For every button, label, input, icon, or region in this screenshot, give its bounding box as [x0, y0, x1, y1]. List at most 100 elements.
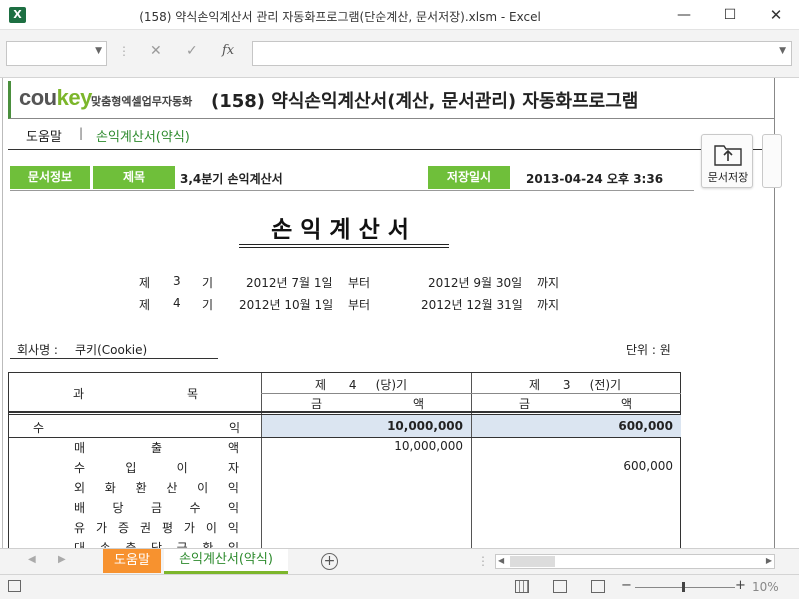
period-end-date[interactable]: 2012년 12월 31일 — [421, 296, 523, 313]
company-name[interactable]: 쿠키(Cookie) — [75, 341, 147, 358]
item-label-char: 외 — [74, 481, 86, 495]
subject-label: 제목 — [93, 166, 175, 189]
revenue-row[interactable]: 수 익 10,000,000 600,000 — [9, 415, 681, 437]
check-icon[interactable]: ✓ — [186, 43, 198, 59]
column-divider — [261, 373, 262, 548]
item-label-char: 매 — [74, 441, 86, 455]
page-break-preview-icon[interactable] — [591, 580, 605, 593]
revenue-bottom-line — [9, 437, 681, 438]
scroll-left-icon[interactable]: ◀ — [498, 556, 504, 565]
company-label: 회사명 : — [17, 343, 58, 357]
period-to: 까지 — [537, 276, 560, 290]
revenue-label-1: 수 — [33, 421, 45, 435]
item-label-char: 유 — [74, 521, 86, 535]
subject-value[interactable]: 3,4분기 손익계산서 — [180, 170, 283, 187]
vertical-dots-icon: ⋮ — [477, 554, 489, 568]
scroll-thumb[interactable] — [510, 556, 555, 567]
worksheet[interactable]: coukey 맞춤형엑셀업무자동화 (158) 약식손익계산서(계산, 문서관리… — [0, 78, 799, 548]
company-underline — [10, 358, 218, 359]
chevron-down-icon[interactable]: ▼ — [95, 46, 102, 56]
expand-formula-icon[interactable]: ▼ — [779, 46, 786, 56]
tab-prev-icon[interactable]: ◀ — [28, 554, 36, 565]
page-layout-icon[interactable] — [553, 580, 567, 593]
zoom-level[interactable]: 10% — [752, 580, 779, 594]
revenue-previous-amount[interactable]: 600,000 — [477, 419, 673, 433]
zoom-slider-thumb[interactable] — [682, 582, 685, 592]
item-label-char: 당 — [150, 541, 163, 548]
tab-next-icon[interactable]: ▶ — [58, 554, 66, 565]
item-label[interactable]: 외화환산이익 — [74, 479, 239, 496]
horizontal-scrollbar[interactable]: ◀ ▶ — [495, 554, 775, 569]
period-prefix: 제 — [139, 276, 151, 290]
sheet-tab-bar: ◀ ▶ 도움말 손익계산서(약식) + ⋮ ◀ ▶ — [0, 548, 799, 574]
sheet-tab-income-statement[interactable]: 손익계산서(약식) — [164, 549, 288, 574]
item-label-char: 입 — [227, 541, 239, 548]
header-current-period: 제 4 (당)기 — [315, 378, 408, 392]
zoom-slider[interactable] — [635, 587, 735, 588]
period-start-date[interactable]: 2012년 7월 1일 — [246, 274, 333, 291]
vertical-dots-icon: ⋮ — [118, 44, 130, 58]
period-start-date[interactable]: 2012년 10월 1일 — [239, 296, 333, 313]
macro-record-icon[interactable] — [8, 580, 21, 592]
item-label-char: 입 — [125, 461, 137, 475]
period-from: 부터 — [348, 298, 371, 312]
nav-link-income-statement[interactable]: 손익계산서(약식) — [96, 126, 190, 145]
header-account-2: 목 — [187, 387, 199, 401]
item-label-char: 권 — [139, 521, 151, 535]
sheet-tab-help[interactable]: 도움말 — [103, 549, 161, 573]
item-label-char: 산 — [166, 481, 178, 495]
period-from: 부터 — [348, 276, 371, 290]
header-double-line — [9, 411, 681, 413]
name-box[interactable]: ▼ — [6, 41, 107, 66]
insert-function-icon[interactable]: fx — [222, 43, 234, 58]
item-label-char: 액 — [227, 441, 239, 455]
revenue-current-amount[interactable]: 10,000,000 — [267, 419, 463, 433]
item-label-char: 환 — [135, 481, 147, 495]
info-divider — [10, 190, 694, 191]
save-document-button[interactable]: 문서저장 — [701, 134, 753, 188]
header-account-1: 과 — [73, 387, 85, 401]
item-label-char: 수 — [74, 461, 86, 475]
nav-link-help[interactable]: 도움말 — [26, 126, 62, 145]
column-divider — [471, 373, 472, 548]
period-suffix: 기 — [202, 298, 214, 312]
formula-bar: ▼ ⋮ ✕ ✓ fx ▼ — [0, 30, 799, 78]
period-end-date[interactable]: 2012년 9월 30일 — [428, 274, 522, 291]
item-label[interactable]: 배당금수익 — [74, 499, 239, 516]
formula-input[interactable]: ▼ — [252, 41, 792, 66]
coukey-logo: coukey — [19, 85, 92, 111]
minimize-button[interactable]: — — [661, 0, 707, 30]
item-previous-amount[interactable]: 600,000 — [477, 459, 673, 473]
zoom-out-icon[interactable]: − — [621, 578, 632, 593]
cancel-icon[interactable]: ✕ — [150, 43, 162, 59]
header-amount-2: 액 — [413, 397, 425, 411]
normal-view-icon[interactable] — [515, 580, 529, 593]
item-label-char: 금 — [150, 501, 163, 515]
header-amount-2: 액 — [621, 397, 633, 411]
title-underline — [239, 244, 449, 245]
item-label-char: 자 — [227, 461, 239, 475]
period-suffix: 기 — [202, 276, 214, 290]
title-bar: X (158) 약식손익계산서 관리 자동화프로그램(단순계산, 문서저장).x… — [0, 0, 799, 30]
period-number[interactable]: 3 — [173, 274, 181, 288]
item-label[interactable]: 유가증권평가이익 — [74, 519, 239, 536]
logo-accent-text: key — [56, 85, 93, 110]
scroll-right-icon[interactable]: ▶ — [766, 556, 772, 565]
report-title: 손익계산서 — [271, 217, 417, 243]
item-label[interactable]: 매출액 — [74, 439, 239, 456]
period-number[interactable]: 4 — [173, 296, 181, 310]
item-label[interactable]: 수입이자 — [74, 459, 239, 476]
add-sheet-icon[interactable]: + — [321, 553, 338, 570]
item-current-amount[interactable]: 10,000,000 — [267, 439, 463, 453]
maximize-button[interactable]: ☐ — [707, 0, 753, 30]
item-label-char: 이 — [205, 521, 217, 535]
saved-at-value[interactable]: 2013-04-24 오후 3:36 — [526, 170, 663, 187]
unit-label: 단위 : 원 — [626, 343, 671, 357]
header-amount-1: 금 — [311, 397, 323, 411]
logo-main-text: cou — [19, 85, 57, 110]
close-button[interactable]: ✕ — [753, 0, 799, 30]
item-label[interactable]: 대손충당금환입 — [74, 539, 239, 548]
zoom-in-icon[interactable]: + — [735, 578, 746, 593]
nav-separator: | — [79, 126, 84, 140]
partial-button[interactable] — [762, 134, 782, 188]
